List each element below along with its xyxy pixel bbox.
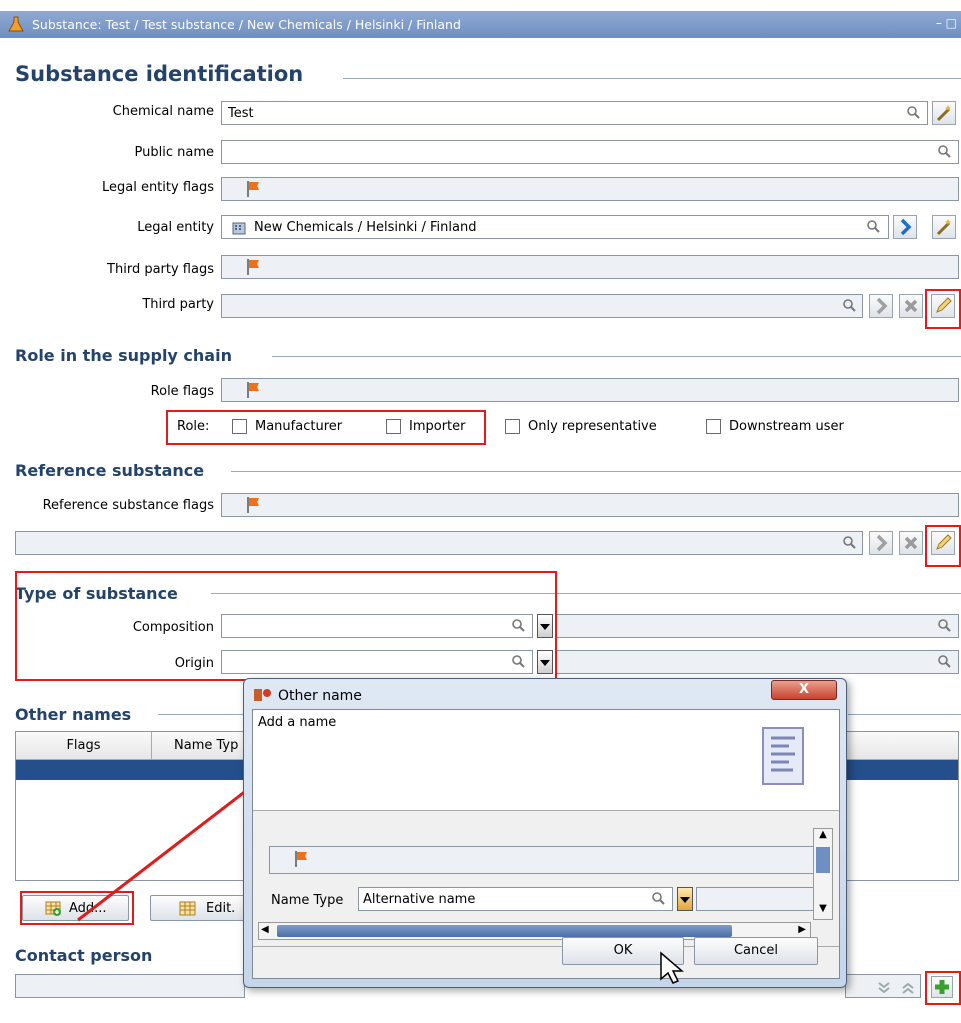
name-type-extra-field[interactable] (696, 887, 820, 911)
scroll-thumb[interactable] (816, 847, 830, 873)
cancel-button[interactable]: Cancel (694, 937, 818, 965)
scroll-up-icon[interactable]: ▲ (814, 829, 832, 845)
section-heading-contact: Contact person (15, 946, 153, 965)
name-type-label: Name Type (271, 893, 344, 908)
highlight-add-contact (925, 971, 961, 1005)
mouse-cursor-icon (660, 951, 685, 984)
name-type-dropdown-button[interactable] (677, 887, 693, 911)
scroll-thumb-h[interactable] (277, 925, 732, 937)
scroll-right-icon[interactable]: ▶ (798, 924, 806, 935)
chevron-double-up-icon[interactable] (901, 981, 915, 995)
search-icon[interactable] (651, 891, 666, 906)
dialog-close-button[interactable]: X (771, 680, 837, 700)
dialog-header-panel: Add a name (253, 710, 839, 811)
dialog-title: Other name (278, 688, 362, 704)
dialog-description: Add a name (258, 715, 337, 730)
name-type-select[interactable]: Alternative name (358, 887, 673, 911)
name-type-value: Alternative name (363, 892, 476, 907)
dialog-app-icon (254, 689, 271, 701)
other-name-dialog: Other name X Add a name Name Type Altern… (243, 678, 847, 988)
chevron-down-icon (680, 897, 690, 903)
contact-person-field[interactable] (15, 974, 245, 998)
flag-icon (295, 851, 307, 867)
scroll-down-icon[interactable]: ▼ (814, 903, 832, 919)
scroll-left-icon[interactable]: ◀ (261, 924, 269, 935)
vertical-scrollbar[interactable]: ▲ ▼ (813, 828, 833, 920)
document-icon (762, 727, 804, 785)
chevron-double-down-icon[interactable] (877, 981, 891, 995)
dialog-flags-field[interactable] (269, 846, 821, 874)
